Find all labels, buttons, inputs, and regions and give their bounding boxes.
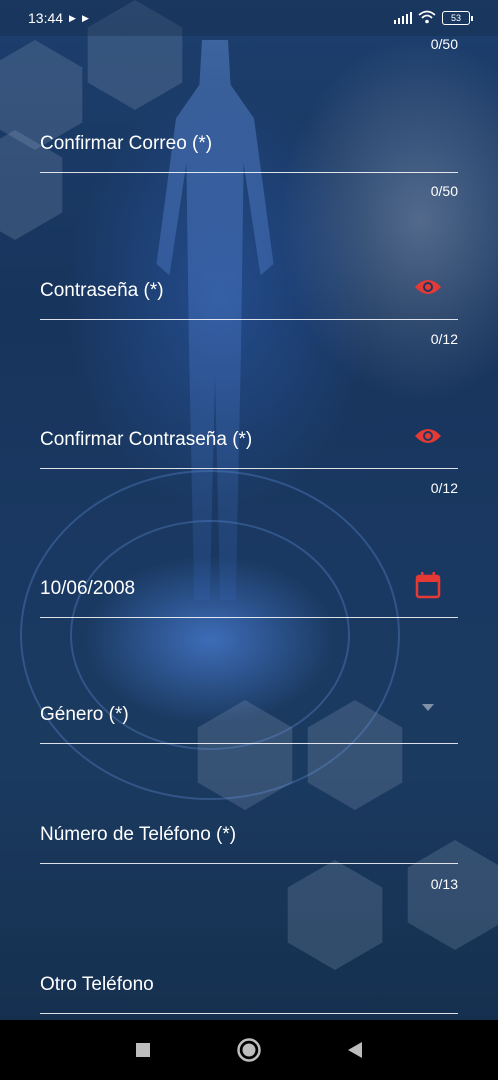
registration-form: 0/50 Confirmar Correo (*) 0/50 Contraseñ…	[40, 0, 458, 1020]
confirm-password-counter: 0/12	[430, 480, 458, 496]
dropdown-arrow-icon	[414, 693, 442, 721]
eye-icon[interactable]	[414, 273, 442, 301]
recent-apps-button[interactable]	[123, 1030, 163, 1070]
phone-counter: 0/13	[430, 876, 458, 892]
home-button[interactable]	[229, 1030, 269, 1070]
birth-date-value: 10/06/2008	[40, 578, 136, 599]
eye-icon[interactable]	[414, 422, 442, 450]
password-label: Contraseña (*)	[40, 280, 164, 301]
gender-dropdown[interactable]: Género (*)	[40, 696, 458, 744]
confirm-password-label: Confirmar Contraseña (*)	[40, 429, 253, 450]
email-counter: 0/50	[430, 36, 458, 52]
confirm-email-field[interactable]: Confirmar Correo (*)	[40, 125, 458, 173]
confirm-password-field[interactable]: Confirmar Contraseña (*)	[40, 421, 458, 469]
navigation-bar	[0, 1020, 498, 1080]
back-button[interactable]	[335, 1030, 375, 1070]
phone-field[interactable]: Número de Teléfono (*)	[40, 816, 458, 864]
other-phone-field[interactable]: Otro Teléfono	[40, 966, 458, 1014]
password-field[interactable]: Contraseña (*)	[40, 272, 458, 320]
birth-date-field[interactable]: 10/06/2008	[40, 570, 458, 618]
confirm-email-label: Confirmar Correo (*)	[40, 133, 213, 154]
password-counter: 0/12	[430, 331, 458, 347]
confirm-email-counter: 0/50	[430, 183, 458, 199]
calendar-icon[interactable]	[414, 571, 442, 599]
gender-label: Género (*)	[40, 704, 129, 725]
phone-label: Número de Teléfono (*)	[40, 824, 237, 845]
other-phone-label: Otro Teléfono	[40, 974, 154, 995]
